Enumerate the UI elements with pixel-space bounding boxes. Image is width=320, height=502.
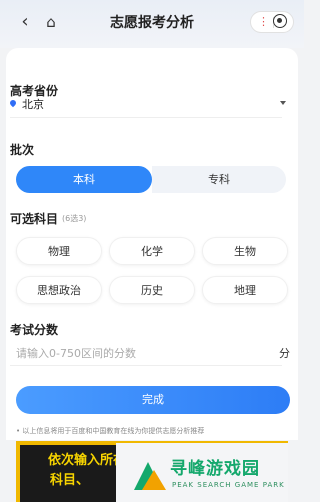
score-unit: 分 (279, 347, 290, 360)
score-input[interactable]: 请输入0-750区间的分数 (16, 345, 136, 361)
divider (10, 365, 282, 366)
score-label: 考试分数 (10, 323, 59, 337)
watermark-logo-icon (134, 462, 166, 490)
batch-option-benke[interactable]: 本科 (16, 166, 152, 193)
subjects-hint: (6选3) (62, 214, 87, 223)
province-select[interactable]: 北京 (22, 96, 44, 112)
privacy-note: • 以上信息将用于百度和中国教育在线为你提供志愿分析推荐 (16, 427, 205, 435)
subjects-label: 可选科目 (10, 212, 59, 226)
divider (10, 117, 282, 118)
chevron-down-icon[interactable] (280, 101, 286, 105)
ad-line-2: 科目、 (50, 473, 90, 488)
watermark-name: 寻峰游戏园 (170, 459, 260, 479)
batch-label: 批次 (10, 143, 35, 157)
submit-button[interactable]: 完成 (16, 386, 290, 414)
more-icon[interactable]: ⋮ (258, 15, 269, 29)
subject-biology[interactable]: 生物 (202, 237, 288, 265)
subject-physics[interactable]: 物理 (16, 237, 102, 265)
title-bar: ‹ ⌂ 志愿报考分析 ⋮ (0, 0, 304, 48)
close-icon[interactable] (273, 14, 287, 28)
subject-chemistry[interactable]: 化学 (109, 237, 195, 265)
subject-politics[interactable]: 思想政治 (16, 276, 102, 304)
watermark-subtitle: PEAK SEARCH GAME PARK (172, 481, 285, 489)
subject-history[interactable]: 历史 (109, 276, 195, 304)
mini-program-capsule: ⋮ (250, 11, 294, 33)
batch-option-zhuanke[interactable]: 专科 (152, 166, 286, 193)
subject-geography[interactable]: 地理 (202, 276, 288, 304)
